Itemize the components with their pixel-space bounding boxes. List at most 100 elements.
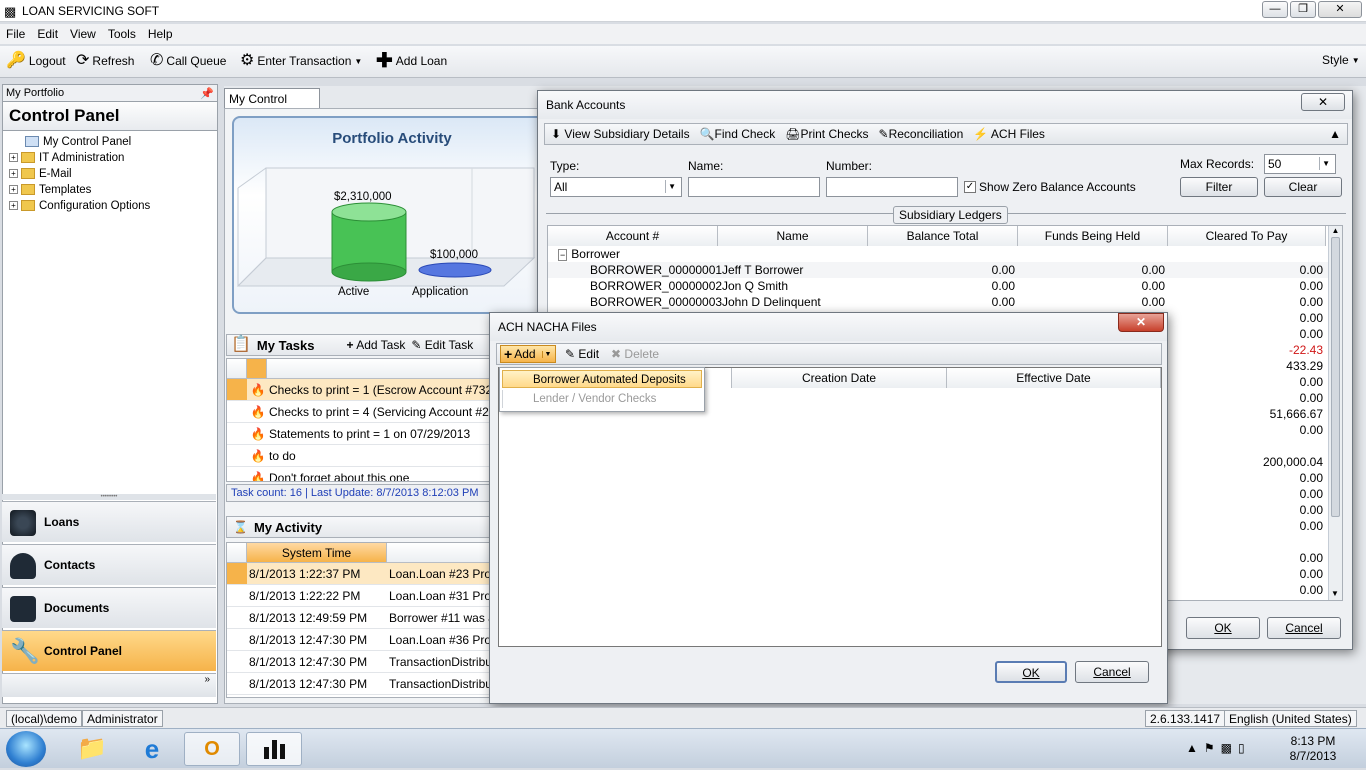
menu-view[interactable]: View [64, 24, 102, 41]
enter-transaction-button[interactable]: ⚙ Enter Transaction ▼ [240, 53, 362, 69]
group-row-borrower[interactable]: − Borrower [548, 246, 1342, 262]
ach-files-button[interactable]: ⚡ ACH Files [973, 127, 1045, 141]
nav-loans[interactable]: Loans [2, 501, 216, 542]
contacts-icon [10, 553, 36, 579]
col-effective-date[interactable]: Effective Date [947, 368, 1161, 388]
col-balance-total[interactable]: Balance Total [868, 226, 1018, 246]
scroll-up-icon[interactable]: ▲ [1329, 226, 1342, 235]
collapse-icon[interactable]: ▲ [1329, 127, 1341, 141]
enter-transaction-label: Enter Transaction [257, 54, 352, 68]
col-funds-held[interactable]: Funds Being Held [1018, 226, 1168, 246]
tree-label: My Control Panel [43, 136, 132, 148]
pencil-icon: ✎ [565, 347, 576, 361]
nav-control-panel[interactable]: 🔧 Control Panel [2, 630, 216, 671]
menu-item-borrower-automated-deposits[interactable]: Borrower Automated Deposits [502, 370, 702, 388]
ach-edit-button[interactable]: ✎ Edit [565, 347, 599, 361]
clear-button[interactable]: Clear [1264, 177, 1342, 197]
bank-cancel-button[interactable]: Cancel [1267, 617, 1341, 639]
table-row[interactable]: BORROWER_00000002 Jon Q Smith 0.00 0.00 0.00 [548, 278, 1342, 294]
col-cleared-to-pay[interactable]: Cleared To Pay [1168, 226, 1326, 246]
table-row[interactable]: BORROWER_00000003 John D Delinquent 0.00 0.… [548, 294, 1342, 310]
cleared-to-pay-cell: 0.00 [1299, 487, 1323, 501]
tray-expand-icon[interactable]: ▲ [1186, 741, 1198, 755]
splitter-handle[interactable]: •••••••• [2, 494, 216, 500]
bank-ok-button[interactable]: OK [1186, 617, 1260, 639]
browser-taskbar-icon[interactable]: e [124, 732, 180, 766]
ledger-vertical-scrollbar[interactable]: ▲ ▼ [1328, 226, 1342, 600]
type-select[interactable]: All ▼ [550, 177, 682, 197]
refresh-button[interactable]: ⟳ Refresh [76, 53, 134, 69]
tree-item-my-control-panel[interactable]: My Control Panel [3, 134, 217, 150]
clock[interactable]: 8:13 PM 8/7/2013 [1280, 734, 1346, 764]
start-button[interactable] [6, 731, 46, 767]
tree-item-it-administration[interactable]: + IT Administration [3, 150, 217, 166]
ach-cancel-button[interactable]: Cancel [1075, 661, 1149, 683]
select-all-cell[interactable] [227, 543, 247, 562]
table-row[interactable]: BORROWER_00000001 Jeff T Borrower 0.00 0.00… [548, 262, 1342, 278]
expand-icon[interactable]: + [9, 169, 18, 179]
add-loan-button[interactable]: ✚ Add Loan [376, 51, 447, 71]
tree-item-email[interactable]: + E-Mail [3, 166, 217, 182]
expand-icon[interactable]: + [9, 201, 18, 211]
fire-icon: 🔥 [250, 448, 266, 463]
pin-icon[interactable]: 📌 [200, 87, 214, 100]
expand-icon[interactable]: + [9, 185, 18, 195]
style-button[interactable]: Style ▼ [1322, 53, 1360, 67]
select-all-cell[interactable] [227, 359, 247, 378]
tree-item-configuration-options[interactable]: + Configuration Options [3, 198, 217, 214]
tree-item-templates[interactable]: + Templates [3, 182, 217, 198]
nav-overflow-button[interactable]: » [2, 673, 216, 697]
menu-item-lender-vendor-checks[interactable]: Lender / Vendor Checks [502, 390, 702, 408]
activity-col-system-time[interactable]: System Time [247, 543, 387, 562]
bank-close-button[interactable]: ✕ [1301, 93, 1345, 111]
outlook-taskbar-icon[interactable]: O [184, 732, 240, 766]
edit-task-button[interactable]: ✎ Edit Task [411, 338, 473, 352]
view-subsidiary-details-button[interactable]: ⬇ View Subsidiary Details [551, 127, 690, 141]
call-queue-button[interactable]: ✆ Call Queue [150, 53, 226, 69]
cleared-to-pay-cell: 0.00 [1299, 519, 1323, 533]
ach-add-button[interactable]: + Add ▼ [500, 345, 556, 363]
ach-delete-button[interactable]: ✖ Delete [611, 347, 659, 361]
tab-my-control-panel[interactable]: My Control Panel [224, 88, 320, 120]
loan-app-taskbar-icon[interactable] [246, 732, 302, 766]
close-button[interactable]: ✕ [1318, 1, 1362, 18]
menu-file[interactable]: File [0, 24, 31, 41]
menu-help[interactable]: Help [142, 24, 179, 41]
print-checks-button[interactable]: 🖨Print Checks [785, 127, 868, 141]
expand-icon[interactable]: + [9, 153, 18, 163]
col-creation-date[interactable]: Creation Date [731, 368, 947, 388]
filter-button[interactable]: Filter [1180, 177, 1258, 197]
show-zero-balance-checkbox[interactable]: ✓ Show Zero Balance Accounts [964, 180, 1136, 194]
cleared-to-pay-column: 0.00 0.00 -22.43 433.29 0.00 0.00 51,666.67 0.0… [1168, 310, 1326, 598]
name-input[interactable] [688, 177, 820, 197]
scrollbar-thumb[interactable] [1331, 237, 1340, 517]
minimize-button[interactable]: — [1262, 1, 1288, 18]
scroll-down-icon[interactable]: ▼ [1329, 589, 1341, 598]
ach-add-dropdown-menu: Borrower Automated Deposits Lender / Ven… [499, 367, 705, 412]
explorer-taskbar-icon[interactable]: 📁 [64, 732, 120, 766]
col-account[interactable]: Account # [548, 226, 718, 246]
number-input[interactable] [826, 177, 958, 197]
max-records-select[interactable]: 50 ▼ [1264, 154, 1336, 174]
reconciliation-button[interactable]: ✎Reconciliation [879, 127, 964, 141]
nav-contacts[interactable]: Contacts [2, 544, 216, 585]
menu-tools[interactable]: Tools [102, 24, 142, 41]
collapse-tree-icon[interactable]: − [558, 249, 568, 261]
nav-documents[interactable]: Documents [2, 587, 216, 628]
ach-close-button[interactable]: ✕ [1118, 313, 1164, 332]
maximize-button[interactable]: ❐ [1290, 1, 1316, 18]
find-check-button[interactable]: 🔍Find Check [700, 127, 776, 141]
app-title: LOAN SERVICING SOFT [22, 4, 160, 18]
network-icon[interactable]: ▩ [1221, 741, 1232, 755]
add-task-button[interactable]: + Add Task [347, 338, 406, 352]
cleared-to-pay-cell: 0.00 [1299, 423, 1323, 437]
fire-icon: 🔥 [250, 470, 266, 482]
menu-edit[interactable]: Edit [31, 24, 64, 41]
logout-button[interactable]: 🔑 Logout [6, 53, 66, 69]
battery-icon[interactable]: ▯ [1238, 741, 1245, 755]
col-name[interactable]: Name [718, 226, 868, 246]
flag-icon[interactable]: ⚑ [1204, 741, 1215, 755]
reconcile-icon: ✎ [878, 127, 889, 141]
ach-ok-button[interactable]: OK [995, 661, 1067, 683]
ledger-grid-header: Account # Name Balance Total Funds Being… [548, 226, 1342, 246]
